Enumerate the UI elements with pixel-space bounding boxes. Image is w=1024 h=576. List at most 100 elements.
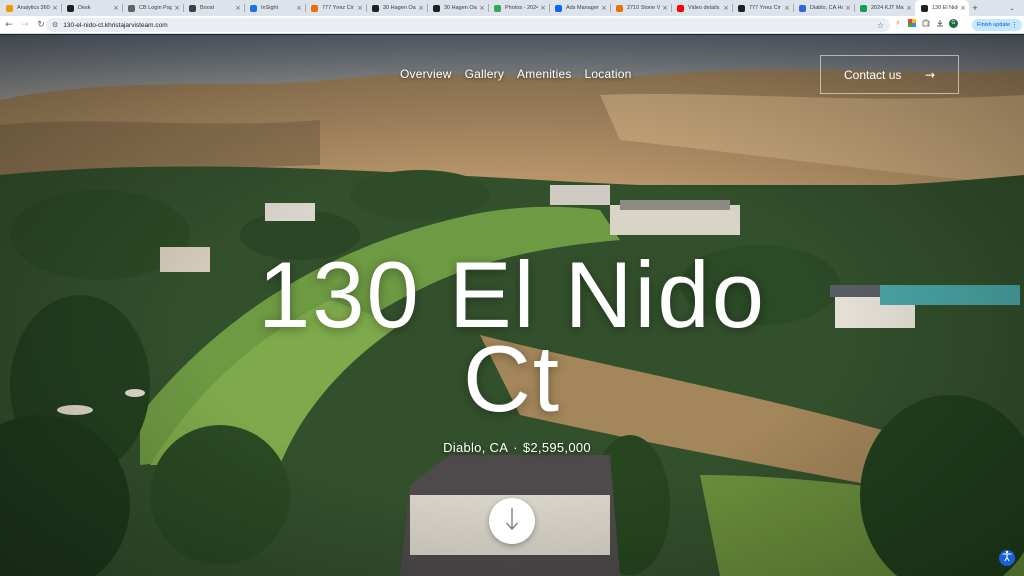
t-icon [921, 4, 928, 12]
browser-toolbar: ← → ↻ ⚙ 130-el-nido-ct.khristajarvisteam… [0, 16, 1024, 34]
tab-title: Desk [78, 5, 91, 11]
tab[interactable]: Video details × [671, 0, 732, 16]
close-tab-icon[interactable]: × [418, 4, 424, 12]
close-tab-icon[interactable]: × [540, 4, 546, 12]
desk-icon [67, 4, 74, 12]
finish-update-label: Finish update [977, 22, 1011, 28]
extension-icon[interactable] [907, 18, 917, 28]
property-price: $2,595,000 [522, 440, 591, 455]
close-tab-icon[interactable]: × [960, 4, 966, 12]
tab-title: Diablo, CA Homes [810, 5, 844, 11]
listing-icon [799, 4, 806, 12]
close-tab-icon[interactable]: × [784, 4, 790, 12]
tab-strip: Analytics 360×Desk×CB Login Page×Boost×I… [0, 0, 1024, 16]
close-tab-icon[interactable]: × [235, 4, 241, 12]
nav-gallery[interactable]: Gallery [465, 67, 504, 81]
close-tab-icon[interactable]: × [906, 4, 912, 12]
profile-avatar[interactable]: G [949, 18, 958, 28]
extensions-area: ⚡ G [893, 18, 958, 28]
scroll-down-button[interactable] [489, 498, 535, 544]
title-line-2: Ct [463, 326, 561, 431]
close-tab-icon[interactable]: × [52, 4, 58, 12]
tab-title: InSight [261, 5, 279, 11]
tab-title: 777 Ynez Cir [749, 5, 781, 11]
property-location: Diablo, CA [443, 440, 509, 455]
more-menu-icon[interactable]: ⋮ [1011, 21, 1018, 29]
close-tab-icon[interactable]: × [113, 4, 119, 12]
address-bar[interactable]: ⚙ 130-el-nido-ct.khristajarvisteam.com ☆ [46, 18, 890, 32]
youtube-icon [677, 4, 684, 12]
finish-update-button[interactable]: Finish update ⋮ [972, 19, 1022, 31]
tab[interactable]: 777 Ynez Cir × [732, 0, 793, 16]
tab[interactable]: 2024 KJT Marketing× [854, 0, 915, 16]
nav-overview[interactable]: Overview [400, 67, 452, 81]
photos-icon [494, 4, 501, 12]
close-tab-icon[interactable]: × [601, 4, 607, 12]
tab[interactable]: 2710 Stone Valley× [610, 0, 671, 16]
tab[interactable]: InSight × [244, 0, 305, 16]
new-tab-button[interactable]: + [969, 0, 981, 16]
separator-dot: · [513, 440, 518, 455]
close-tab-icon[interactable]: × [357, 4, 363, 12]
tab[interactable]: Analytics 360 × [0, 0, 61, 16]
insight-icon [250, 4, 257, 12]
contact-us-button[interactable]: Contact us → [820, 55, 959, 94]
tab-active[interactable]: 130 El Nido Ct× [915, 0, 969, 16]
tab-title: 30 Hagen Oaks [444, 5, 477, 11]
tab[interactable]: Desk × [61, 0, 122, 16]
tab-title: Boost [200, 5, 215, 11]
tab-title: Ads Manager [566, 5, 599, 11]
tab[interactable]: Boost × [183, 0, 244, 16]
site-info-icon[interactable]: ⚙ [52, 21, 58, 29]
boost-icon [189, 4, 196, 12]
arrow-down-icon [505, 507, 519, 536]
close-tab-icon[interactable]: × [174, 4, 180, 12]
t-icon [738, 4, 745, 12]
nav-amenities[interactable]: Amenities [517, 67, 572, 81]
site-nav: Overview Gallery Amenities Location [400, 67, 632, 81]
meta-icon [555, 4, 562, 12]
extension-icon[interactable]: ⚡ [893, 18, 903, 28]
accessibility-icon [1001, 549, 1013, 567]
tab-title: 30 Hagen Oaks [383, 5, 416, 11]
accessibility-widget-button[interactable] [999, 550, 1015, 566]
close-tab-icon[interactable]: × [723, 4, 729, 12]
close-tab-icon[interactable]: × [296, 4, 302, 12]
url-text[interactable]: 130-el-nido-ct.khristajarvisteam.com [63, 22, 167, 29]
download-icon[interactable] [935, 18, 945, 28]
tab-title: Video details [688, 5, 720, 11]
extensions-puzzle-icon[interactable] [921, 18, 931, 28]
close-tab-icon[interactable]: × [479, 4, 485, 12]
property-subtitle: Diablo, CA · $2,595,000 [0, 440, 1024, 455]
forward-icon[interactable]: → [18, 18, 32, 32]
tab[interactable]: 777 Ynez Cir × [305, 0, 366, 16]
close-tab-icon[interactable]: × [662, 4, 668, 12]
tab-title: 2024 KJT Marketing [871, 5, 904, 11]
sheets-icon [860, 4, 867, 12]
t-icon [433, 4, 440, 12]
tab-title: Analytics 360 [17, 5, 50, 11]
tab[interactable]: Ads Manager × [549, 0, 610, 16]
tab-title: 130 El Nido Ct [932, 5, 958, 11]
close-tab-icon[interactable]: × [845, 4, 851, 12]
tab[interactable]: 30 Hagen Oaks× [427, 0, 488, 16]
tab[interactable]: Diablo, CA Homes× [793, 0, 854, 16]
tab-title: 777 Ynez Cir [322, 5, 354, 11]
property-title: 130 El Nido Ct [0, 248, 1024, 426]
arrow-right-icon: → [924, 67, 935, 82]
tab-search-icon[interactable]: ⌄ [1006, 2, 1018, 14]
t-icon [372, 4, 379, 12]
globe-icon [616, 4, 623, 12]
analytics-icon [6, 4, 13, 12]
tab[interactable]: 30 Hagen Oaks× [366, 0, 427, 16]
globe-icon [311, 4, 318, 12]
tab-title: Photos - 2024 [505, 5, 539, 11]
page-icon [128, 4, 135, 12]
back-icon[interactable]: ← [2, 18, 16, 32]
bookmark-star-icon[interactable]: ☆ [877, 21, 884, 30]
contact-us-label: Contact us [844, 67, 902, 82]
nav-location[interactable]: Location [585, 67, 632, 81]
tab[interactable]: CB Login Page× [122, 0, 183, 16]
tab[interactable]: Photos - 2024 × [488, 0, 549, 16]
tab-title: CB Login Page [139, 5, 173, 11]
